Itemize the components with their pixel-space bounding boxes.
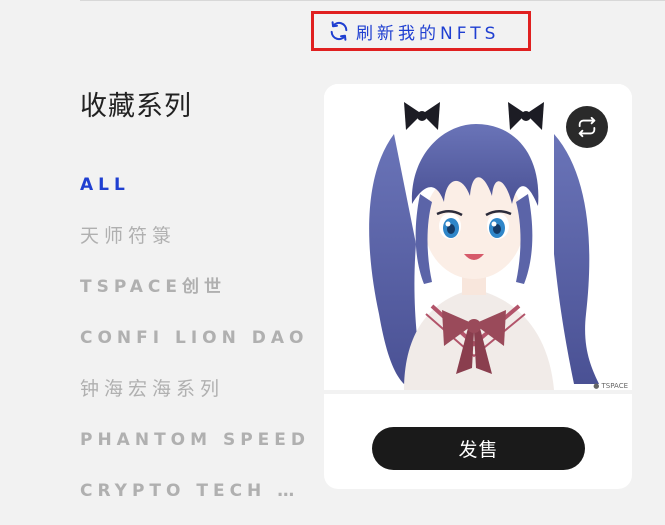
collection-item-confi-lion-dao[interactable]: CONFI LION DAO: [80, 321, 310, 372]
swap-button[interactable]: [566, 106, 608, 148]
collection-item-phantom-speed[interactable]: PHANTOM SPEED: [80, 423, 310, 474]
top-divider: [80, 0, 665, 1]
collection-item-all[interactable]: ALL: [80, 168, 310, 219]
collection-item-crypto-tech[interactable]: CRYPTO TECH NFT: [80, 474, 310, 525]
collection-item-zhonghai[interactable]: 钟海宏海系列: [80, 372, 310, 423]
swap-icon: [576, 116, 598, 138]
tspace-watermark: ● TSPACE: [593, 382, 628, 390]
sell-button[interactable]: 发售: [372, 427, 585, 470]
collection-list: ALL 天师符箓 TSPACE创世 CONFI LION DAO 钟海宏海系列 …: [80, 168, 310, 525]
collection-item-tspace[interactable]: TSPACE创世: [80, 270, 310, 321]
collection-item-tianshi[interactable]: 天师符箓: [80, 219, 310, 270]
refresh-nfts-button[interactable]: 刷新我的NFTS: [311, 11, 531, 51]
refresh-nfts-label: 刷新我的NFTS: [356, 23, 500, 44]
refresh-icon: [328, 20, 350, 42]
watermark-text: TSPACE: [601, 382, 628, 390]
collections-title: 收藏系列: [80, 91, 192, 122]
card-divider: [324, 390, 632, 394]
nft-card[interactable]: ● TSPACE 发售: [324, 84, 632, 489]
